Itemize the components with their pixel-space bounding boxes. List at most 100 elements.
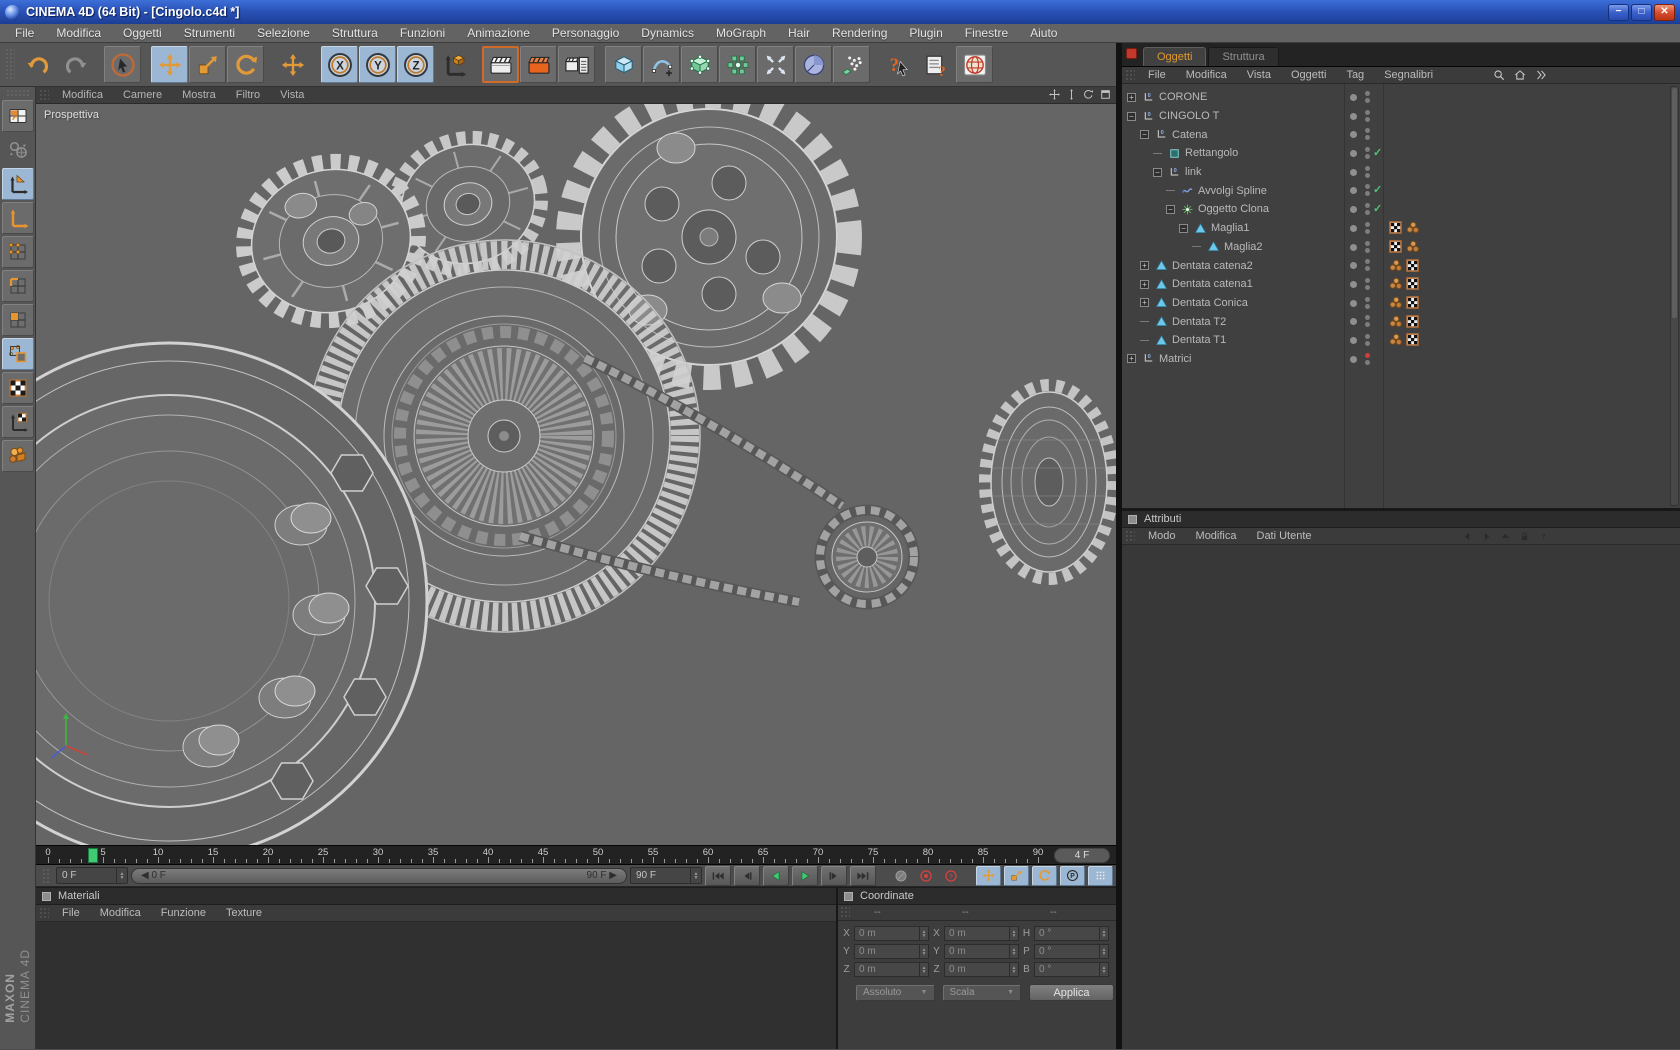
minimize-button[interactable]: − [1608, 4, 1629, 21]
menu-item-personaggio[interactable]: Personaggio [541, 26, 630, 40]
tree-item-dentata-t2[interactable]: Dentata T2 [1122, 312, 1680, 331]
editor-visibility-dot[interactable] [1365, 91, 1370, 96]
texture-tag-icon[interactable] [1389, 240, 1402, 253]
visibility-dots[interactable] [1365, 110, 1370, 122]
forward-arrow-icon[interactable] [1480, 530, 1493, 543]
layer-dot[interactable] [1350, 150, 1357, 157]
collapse-icon[interactable]: − [1166, 205, 1175, 214]
phong-tag-icon[interactable] [1389, 333, 1402, 346]
pan-view-icon[interactable] [1048, 88, 1061, 101]
materials-menu-funzione[interactable]: Funzione [151, 907, 216, 919]
attributes-menu-modifica[interactable]: Modifica [1186, 530, 1247, 542]
layer-dot[interactable] [1350, 281, 1357, 288]
materials-menu-texture[interactable]: Texture [216, 907, 272, 919]
object-axis-mode-button[interactable] [2, 202, 34, 234]
spinner-arrows-icon[interactable]: ▲▼ [919, 927, 928, 940]
maximize-button[interactable]: □ [1631, 4, 1652, 21]
key-pla-toggle[interactable] [1088, 866, 1113, 886]
expand-icon[interactable]: + [1127, 93, 1136, 102]
render-picture-button[interactable] [520, 46, 557, 83]
goto-end-button[interactable] [850, 866, 876, 886]
play-forwards-button[interactable] [792, 866, 818, 886]
visibility-dots[interactable] [1365, 259, 1370, 271]
phong-tag-icon[interactable] [1389, 296, 1402, 309]
menu-item-dynamics[interactable]: Dynamics [630, 26, 705, 40]
polygons-mode-button[interactable] [2, 304, 34, 336]
preview-range-slider[interactable]: ◀ 0 F 90 F ▶ [131, 868, 627, 884]
texture-tag-icon[interactable] [1389, 221, 1402, 234]
editor-visibility-dot[interactable] [1365, 203, 1370, 208]
spinner-arrows-icon[interactable]: ▲▼ [1009, 945, 1018, 958]
search-icon[interactable] [1492, 68, 1506, 82]
render-visibility-dot[interactable] [1365, 266, 1370, 271]
object-manager-menu-tag[interactable]: Tag [1336, 69, 1374, 81]
maximize-view-icon[interactable] [1099, 88, 1112, 101]
spinner-arrows-icon[interactable]: ▲▼ [116, 868, 127, 883]
render-visibility-dot[interactable] [1365, 304, 1370, 309]
render-visibility-dot[interactable] [1365, 341, 1370, 346]
object-manager-menu-file[interactable]: File [1138, 69, 1176, 81]
enabled-check-icon[interactable]: ✓ [1373, 202, 1382, 215]
texture-mode-button[interactable] [2, 372, 34, 404]
sidebar-grip[interactable] [6, 89, 30, 97]
render-view-button[interactable] [482, 46, 519, 83]
undo-button[interactable] [19, 46, 56, 83]
texture-tag-icon[interactable] [1406, 333, 1419, 346]
home-icon[interactable] [1513, 68, 1527, 82]
layer-dot[interactable] [1350, 300, 1357, 307]
play-backwards-button[interactable] [763, 866, 789, 886]
tree-item-dentata-t1[interactable]: Dentata T1 [1122, 331, 1680, 350]
menu-item-selezione[interactable]: Selezione [246, 26, 321, 40]
menu-item-modifica[interactable]: Modifica [45, 26, 112, 40]
tree-item-corone[interactable]: +0CORONE [1122, 88, 1680, 107]
coord-field-y-1[interactable]: 0 m▲▼ [944, 944, 1019, 959]
coord-field-h-2[interactable]: 0 °▲▼ [1034, 926, 1109, 941]
render-visibility-dot[interactable] [1365, 248, 1370, 253]
texture-tag-icon[interactable] [1406, 277, 1419, 290]
coord-field-b-2[interactable]: 0 °▲▼ [1034, 962, 1109, 977]
render-visibility-dot[interactable] [1365, 322, 1370, 327]
viewport-menu-mostra[interactable]: Mostra [172, 89, 226, 101]
rotate-button[interactable] [227, 46, 264, 83]
layer-dot[interactable] [1350, 225, 1357, 232]
editor-visibility-dot[interactable] [1365, 297, 1370, 302]
previous-key-button[interactable] [734, 866, 760, 886]
spinner-arrows-icon[interactable]: ▲▼ [1009, 927, 1018, 940]
spinner-arrows-icon[interactable]: ▲▼ [1009, 963, 1018, 976]
layer-dot[interactable] [1350, 318, 1357, 325]
coordinates-grip[interactable] [840, 906, 850, 919]
visibility-dots[interactable] [1365, 166, 1370, 178]
phong-tag-icon[interactable] [1389, 277, 1402, 290]
visibility-dots[interactable] [1365, 147, 1370, 159]
tree-item-avvolgi-spline[interactable]: Avvolgi Spline✓ [1122, 181, 1680, 200]
coord-field-z-1[interactable]: 0 m▲▼ [944, 962, 1019, 977]
range-end-spinner[interactable]: 90 F ▲▼ [630, 867, 702, 884]
phong-tag-icon[interactable] [1406, 221, 1419, 234]
menu-item-funzioni[interactable]: Funzioni [389, 26, 456, 40]
viewport-menu-grip[interactable] [39, 89, 49, 101]
viewport-menu-vista[interactable]: Vista [270, 89, 314, 101]
tree-item-dentata-conica[interactable]: +Dentata Conica [1122, 294, 1680, 313]
tree-item-catena[interactable]: −0Catena [1122, 125, 1680, 144]
editor-visibility-dot[interactable] [1365, 222, 1370, 227]
help-browser-button[interactable]: ? [918, 46, 955, 83]
editor-visibility-dot[interactable] [1365, 147, 1370, 152]
tree-item-rettangolo[interactable]: Rettangolo✓ [1122, 144, 1680, 163]
menu-item-aiuto[interactable]: Aiuto [1019, 26, 1068, 40]
phong-tag-icon[interactable] [1389, 315, 1402, 328]
spinner-arrows-icon[interactable]: ▲▼ [690, 868, 701, 883]
menu-item-plugin[interactable]: Plugin [898, 26, 953, 40]
render-visibility-dot[interactable] [1365, 285, 1370, 290]
coord-field-x-0[interactable]: 0 m▲▼ [854, 926, 929, 941]
render-visibility-dot[interactable] [1365, 173, 1370, 178]
layer-dot[interactable] [1350, 169, 1357, 176]
redo-button[interactable] [57, 46, 94, 83]
materials-menu-modifica[interactable]: Modifica [90, 907, 151, 919]
materials-menu-file[interactable]: File [52, 907, 90, 919]
up-arrow-icon[interactable] [1499, 530, 1512, 543]
key-rotation-toggle[interactable] [1032, 866, 1057, 886]
add-environment-button[interactable] [795, 46, 832, 83]
render-visibility-dot[interactable] [1365, 135, 1370, 140]
lock-icon[interactable] [1518, 530, 1531, 543]
visibility-dots[interactable] [1365, 222, 1370, 234]
